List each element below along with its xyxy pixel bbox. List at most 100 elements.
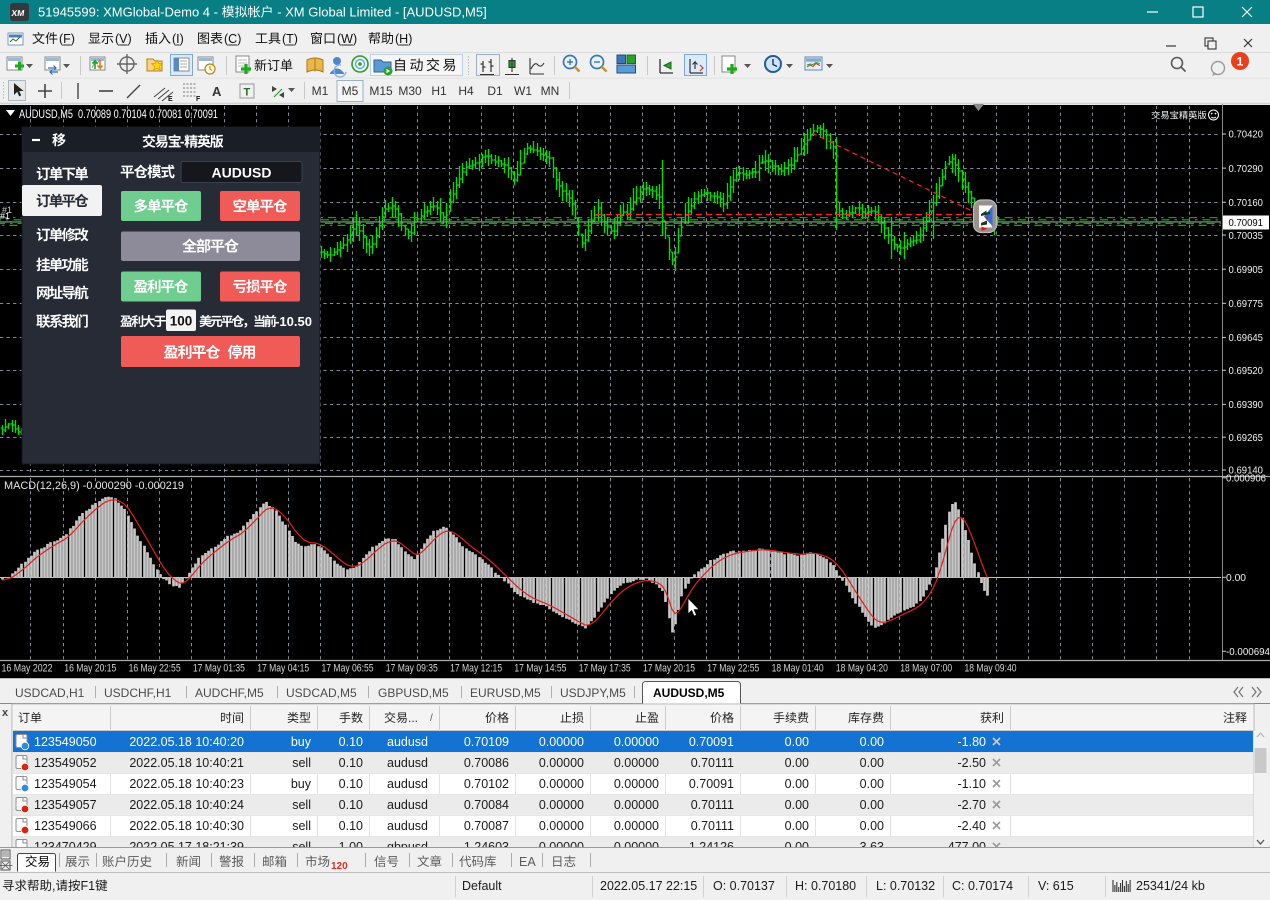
svg-text:0.70035: 0.70035 xyxy=(1229,230,1264,242)
svg-text:0.00: 0.00 xyxy=(860,756,884,770)
svg-text:2022.05.18 10:40:30: 2022.05.18 10:40:30 xyxy=(129,819,244,833)
svg-text:18 May 04:20: 18 May 04:20 xyxy=(836,663,888,675)
svg-text:buy: buy xyxy=(291,777,312,791)
svg-text:EURUSD,M5: EURUSD,M5 xyxy=(470,686,541,700)
svg-text:0.10: 0.10 xyxy=(339,777,363,791)
svg-text:-2.50: -2.50 xyxy=(958,756,987,770)
svg-text:0.00000: 0.00000 xyxy=(614,756,659,770)
svg-text:USDJPY,M5: USDJPY,M5 xyxy=(560,686,626,700)
svg-text:0.00: 0.00 xyxy=(785,819,809,833)
svg-text:0.10: 0.10 xyxy=(339,756,363,770)
svg-text:17 May 17:35: 17 May 17:35 xyxy=(579,663,631,675)
svg-text:(V): (V) xyxy=(115,32,132,46)
svg-text:-1.80: -1.80 xyxy=(958,735,987,749)
svg-text:18 May 09:40: 18 May 09:40 xyxy=(965,663,1017,675)
svg-text:0.00: 0.00 xyxy=(785,798,809,812)
svg-text:AUDUSD,M5 0.70089 0.70104 0.7: AUDUSD,M5 0.70089 0.70104 0.70081 0.7009… xyxy=(19,107,218,121)
svg-text:E: E xyxy=(168,96,173,103)
svg-text:0.00: 0.00 xyxy=(860,798,884,812)
svg-text:-2.40: -2.40 xyxy=(958,819,987,833)
svg-text:0.70290: 0.70290 xyxy=(1229,163,1264,175)
svg-text:0.70111: 0.70111 xyxy=(691,798,734,812)
svg-text:W1: W1 xyxy=(514,84,532,98)
svg-text:V: 615: V: 615 xyxy=(1038,879,1074,893)
svg-text:0.00: 0.00 xyxy=(860,735,884,749)
svg-text:audusd: audusd xyxy=(387,735,428,749)
svg-text:0.70091: 0.70091 xyxy=(689,735,734,749)
svg-text:17 May 01:35: 17 May 01:35 xyxy=(193,663,245,675)
svg-text:0.69520: 0.69520 xyxy=(1229,365,1264,377)
svg-text:17 May 09:35: 17 May 09:35 xyxy=(386,663,438,675)
svg-text:0.00: 0.00 xyxy=(860,819,884,833)
svg-text:2022.05.18 10:40:24: 2022.05.18 10:40:24 xyxy=(129,798,244,812)
svg-text:-1.10: -1.10 xyxy=(958,777,987,791)
svg-text:0.69645: 0.69645 xyxy=(1229,332,1264,344)
svg-text:120: 120 xyxy=(331,861,348,872)
svg-text:T: T xyxy=(244,87,251,99)
svg-text:0.00000: 0.00000 xyxy=(614,777,659,791)
svg-text:0.70160: 0.70160 xyxy=(1229,197,1264,209)
svg-text:sell: sell xyxy=(292,819,311,833)
svg-text:2022.05.18 10:40:21: 2022.05.18 10:40:21 xyxy=(129,756,244,770)
svg-text:0.00: 0.00 xyxy=(1226,572,1246,584)
svg-text:L: 0.70132: L: 0.70132 xyxy=(876,879,935,893)
svg-text:A: A xyxy=(212,84,222,99)
svg-text:-10.50: -10.50 xyxy=(275,314,312,329)
svg-text:H: 0.70180: H: 0.70180 xyxy=(795,879,856,893)
svg-text:0.70102: 0.70102 xyxy=(464,777,509,791)
svg-text:123549050: 123549050 xyxy=(34,735,97,749)
svg-text:123549057: 123549057 xyxy=(34,798,97,812)
svg-text:0.00: 0.00 xyxy=(860,777,884,791)
svg-text:M1: M1 xyxy=(312,84,329,98)
svg-text:x: x xyxy=(2,707,9,719)
svg-text:1: 1 xyxy=(1237,55,1244,69)
svg-text:16 May 22:55: 16 May 22:55 xyxy=(129,663,181,675)
svg-text:audusd: audusd xyxy=(387,819,428,833)
svg-text:C: 0.70174: C: 0.70174 xyxy=(952,879,1013,893)
svg-text:17 May 04:15: 17 May 04:15 xyxy=(257,663,309,675)
svg-text:0.70111: 0.70111 xyxy=(691,756,734,770)
svg-text:(W): (W) xyxy=(337,32,357,46)
svg-text:(F): (F) xyxy=(59,32,75,46)
svg-text:audusd: audusd xyxy=(387,756,428,770)
svg-text:(I): (I) xyxy=(172,32,184,46)
svg-text:123549054: 123549054 xyxy=(34,777,97,791)
svg-text:123549066: 123549066 xyxy=(34,819,97,833)
svg-text:0.70111: 0.70111 xyxy=(691,819,734,833)
svg-text:USDCAD,M5: USDCAD,M5 xyxy=(286,686,357,700)
svg-text:17 May 12:15: 17 May 12:15 xyxy=(450,663,502,675)
svg-text:0.00: 0.00 xyxy=(785,777,809,791)
svg-text:17 May 14:55: 17 May 14:55 xyxy=(514,663,566,675)
svg-text:0.00000: 0.00000 xyxy=(539,798,584,812)
svg-text:USDCAD,H1: USDCAD,H1 xyxy=(15,686,85,700)
svg-text:0.69390: 0.69390 xyxy=(1229,399,1264,411)
svg-text:EA: EA xyxy=(519,855,536,869)
svg-text:25341/24 kb: 25341/24 kb xyxy=(1136,879,1205,893)
svg-text:18 May 07:00: 18 May 07:00 xyxy=(900,663,952,675)
svg-text:0.00: 0.00 xyxy=(785,735,809,749)
svg-text:123549052: 123549052 xyxy=(34,756,97,770)
svg-text:0.70109: 0.70109 xyxy=(464,735,509,749)
svg-text:buy: buy xyxy=(291,735,312,749)
svg-text:0.000906: 0.000906 xyxy=(1226,473,1266,485)
svg-text:H1: H1 xyxy=(431,84,447,98)
svg-text:H4: H4 xyxy=(458,84,474,98)
svg-text:2022.05.18 10:40:23: 2022.05.18 10:40:23 xyxy=(129,777,244,791)
svg-text:GBPUSD,M5: GBPUSD,M5 xyxy=(378,686,449,700)
svg-text:0.69775: 0.69775 xyxy=(1229,298,1264,310)
svg-text:Default: Default xyxy=(462,879,502,893)
svg-text:0.70091: 0.70091 xyxy=(1229,217,1264,229)
svg-text:D1: D1 xyxy=(487,84,503,98)
svg-text:18 May 01:40: 18 May 01:40 xyxy=(772,663,824,675)
svg-text:-2.70: -2.70 xyxy=(958,798,987,812)
svg-text:0.00000: 0.00000 xyxy=(539,777,584,791)
svg-text:0.00000: 0.00000 xyxy=(539,756,584,770)
svg-text:sell: sell xyxy=(292,798,311,812)
svg-text:...: ... xyxy=(408,711,418,725)
svg-text:F: F xyxy=(196,96,201,103)
svg-text:0.00000: 0.00000 xyxy=(614,819,659,833)
svg-text:AUDUSD,M5: AUDUSD,M5 xyxy=(653,686,725,700)
svg-text:0.70087: 0.70087 xyxy=(464,819,509,833)
svg-text:0.70091: 0.70091 xyxy=(689,777,734,791)
svg-text:0.00: 0.00 xyxy=(785,756,809,770)
